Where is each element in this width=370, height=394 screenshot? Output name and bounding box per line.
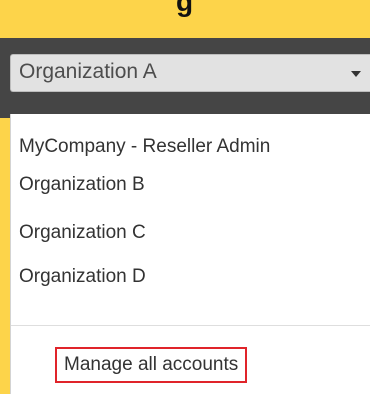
menu-item-organization-c[interactable]: Organization C xyxy=(19,222,146,244)
menu-item-mycompany-reseller-admin[interactable]: MyCompany - Reseller Admin xyxy=(19,136,270,158)
caret-down-icon xyxy=(351,71,361,77)
header-strip: g xyxy=(0,0,370,38)
organization-dropdown-menu: MyCompany - Reseller Admin Organization … xyxy=(10,114,370,394)
manage-all-accounts-link[interactable]: Manage all accounts xyxy=(55,347,248,383)
menu-divider xyxy=(11,325,370,326)
page-title: g xyxy=(176,0,194,17)
menu-item-organization-d[interactable]: Organization D xyxy=(19,266,146,288)
selected-organization: Organization A xyxy=(19,60,157,83)
menu-item-organization-b[interactable]: Organization B xyxy=(19,174,145,196)
organization-select[interactable]: Organization A xyxy=(10,54,370,92)
